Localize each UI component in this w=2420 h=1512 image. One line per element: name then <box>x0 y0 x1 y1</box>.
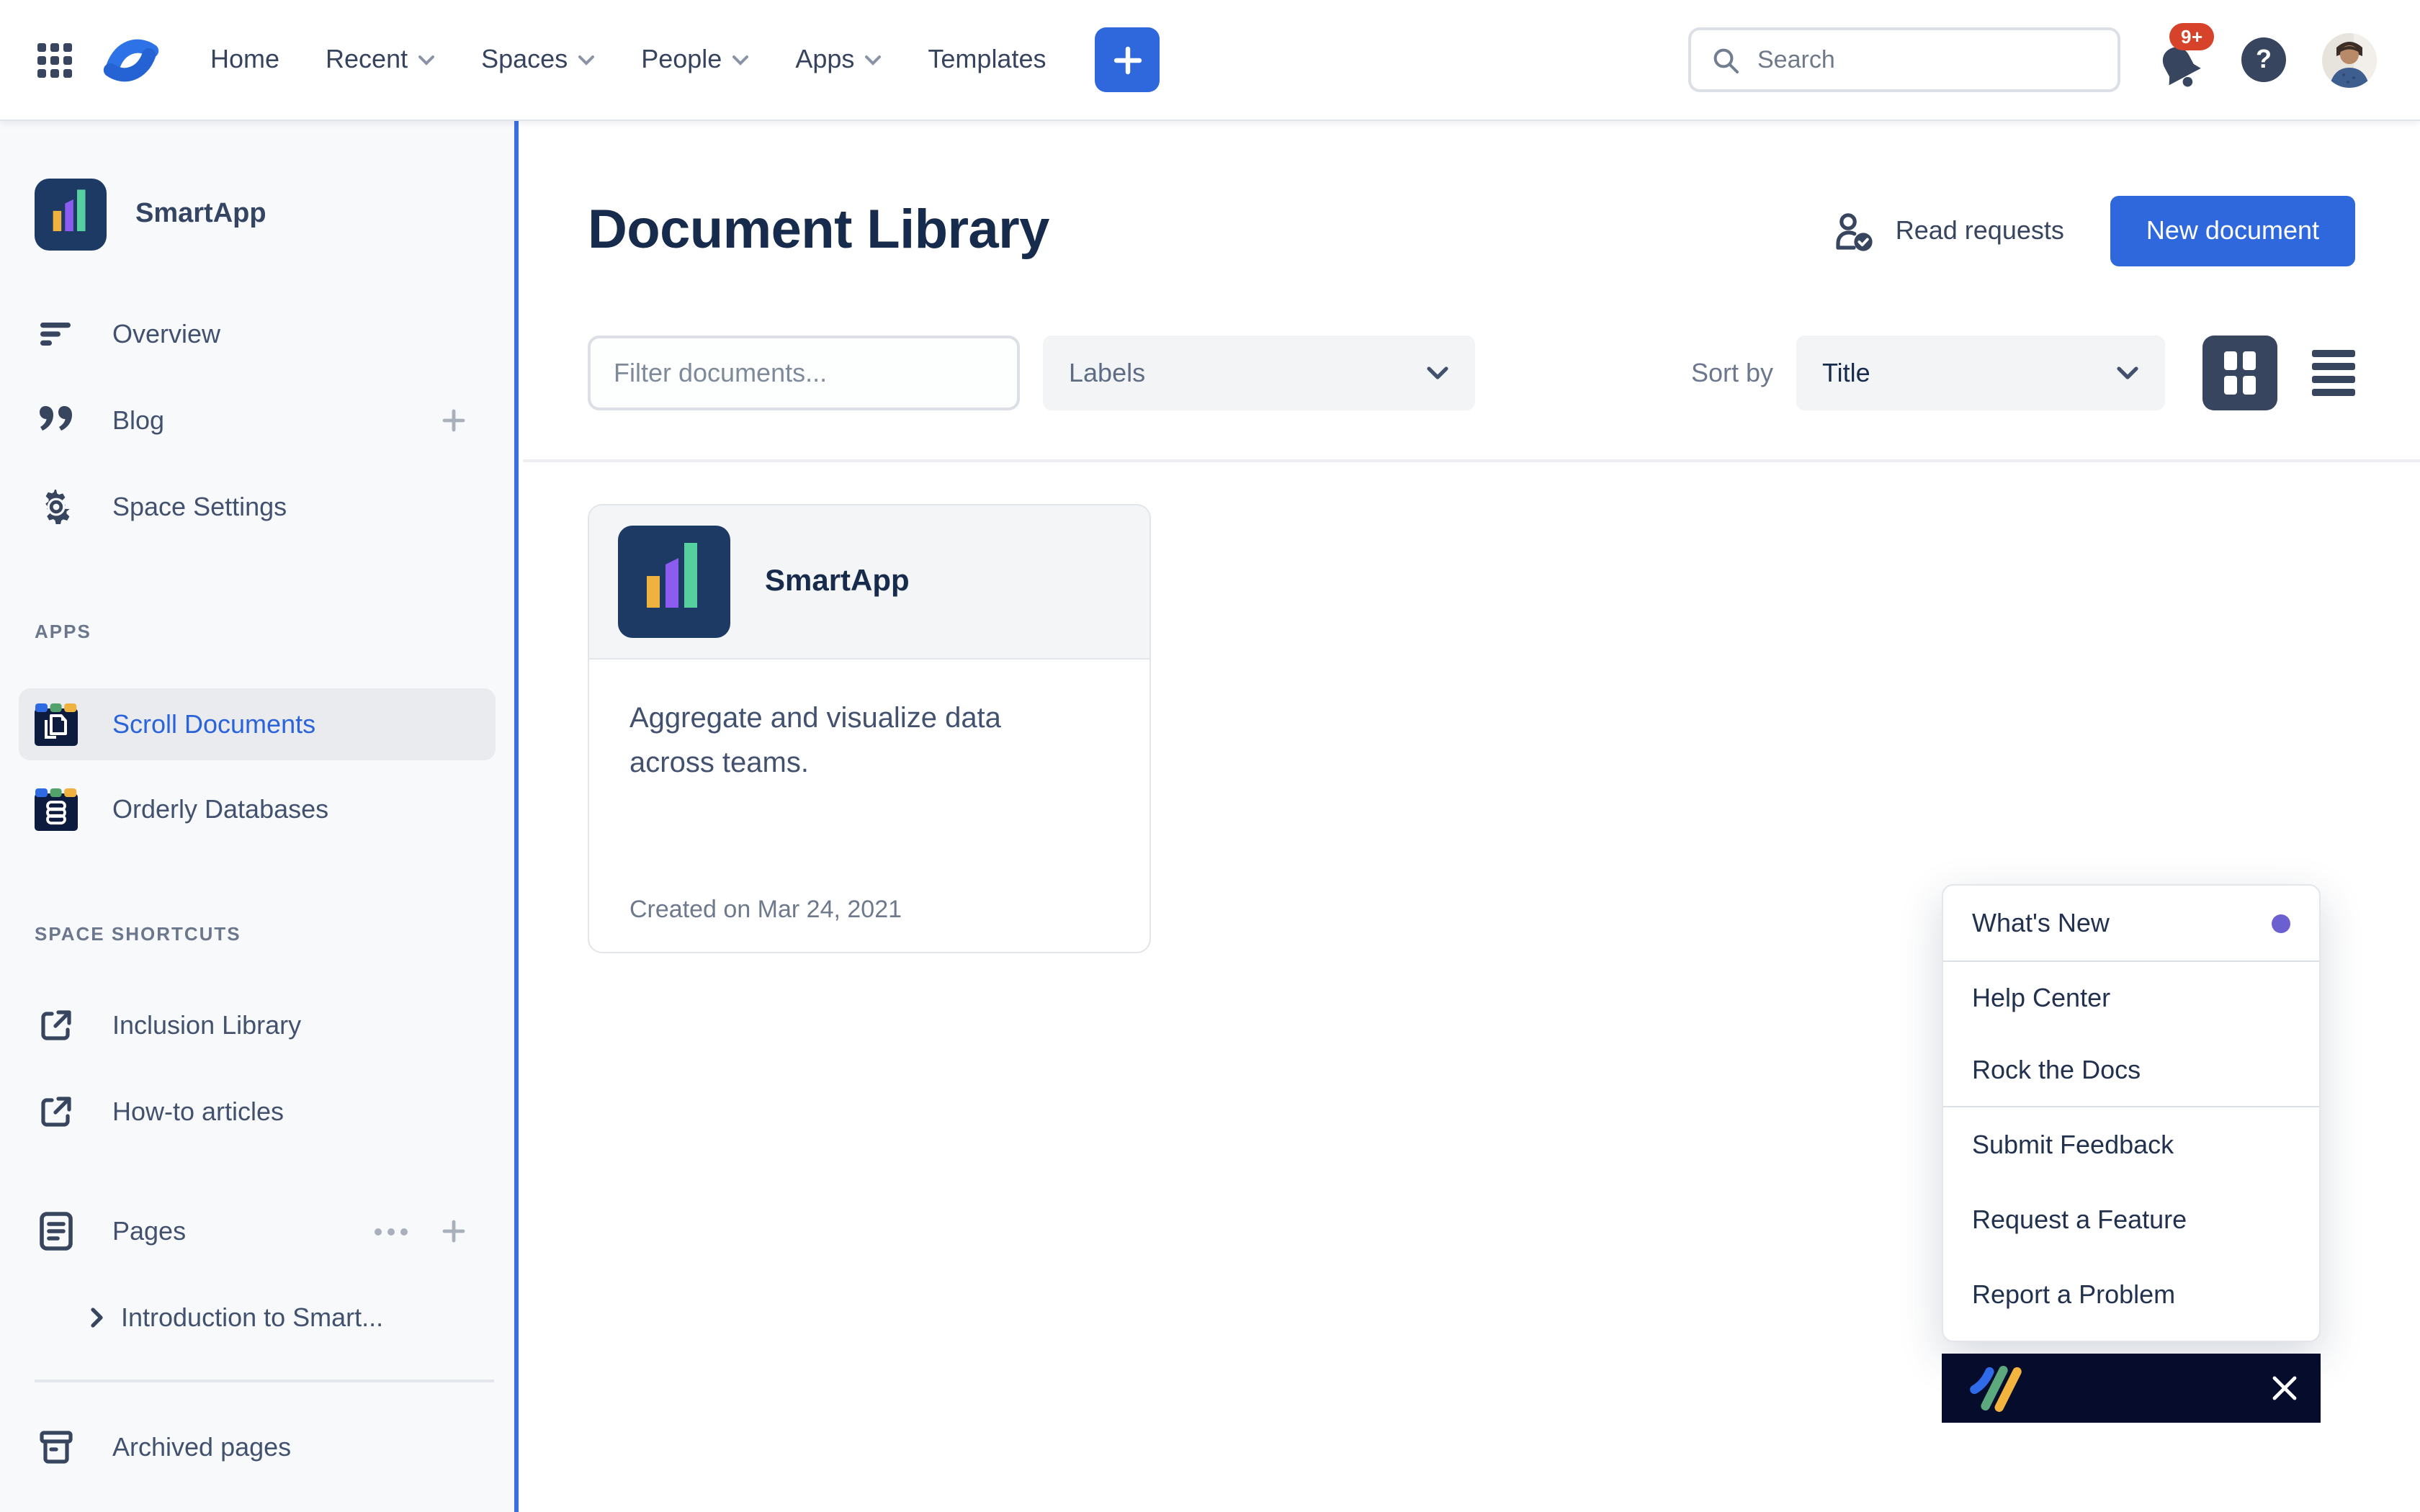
menu-item-request-a-feature[interactable]: Request a Feature <box>1943 1182 2319 1257</box>
chevron-down-icon <box>578 54 595 66</box>
confluence-app: Home Recent Spaces People Apps Templates <box>0 0 2420 1512</box>
scroll-documents-icon <box>35 703 78 746</box>
external-link-icon <box>35 1007 78 1044</box>
top-navigation-bar: Home Recent Spaces People Apps Templates <box>0 0 2420 121</box>
close-widget-button[interactable] <box>2272 1375 2298 1401</box>
notifications-button[interactable]: 9+ <box>2156 31 2205 89</box>
menu-item-rock-the-docs[interactable]: Rock the Docs <box>1943 1034 2319 1106</box>
sort-dropdown[interactable]: Title <box>1796 336 2165 410</box>
document-card[interactable]: SmartApp Aggregate and visualize data ac… <box>588 504 1151 953</box>
document-card-title: SmartApp <box>765 564 910 599</box>
chevron-down-icon <box>1426 366 1449 380</box>
app-switcher-icon[interactable] <box>37 42 72 77</box>
space-logo <box>35 179 107 251</box>
k15t-logo <box>1965 1362 2025 1414</box>
sidebar-item-space-settings[interactable]: Space Settings <box>35 475 485 539</box>
sort-by-label: Sort by <box>1691 358 1773 388</box>
sidebar-divider <box>35 1380 494 1382</box>
document-card-description: Aggregate and visualize data across team… <box>629 697 1062 786</box>
search-icon <box>1711 45 1740 74</box>
sidebar-item-orderly-databases[interactable]: Orderly Databases <box>35 778 485 841</box>
person-check-icon <box>1834 211 1877 251</box>
filter-documents-input[interactable] <box>588 336 1020 410</box>
nav-home[interactable]: Home <box>187 0 302 120</box>
list-view-button[interactable] <box>2312 350 2355 396</box>
chevron-down-icon <box>864 54 882 66</box>
nav-people[interactable]: People <box>618 0 772 120</box>
chevron-down-icon <box>418 54 435 66</box>
content-divider <box>523 459 2420 462</box>
sidebar-item-pages[interactable]: Pages <box>35 1200 485 1263</box>
help-button[interactable]: ? <box>2241 37 2286 82</box>
create-button[interactable] <box>1095 27 1160 92</box>
chevron-right-icon[interactable] <box>89 1306 104 1329</box>
align-left-icon <box>35 320 78 348</box>
avatar[interactable] <box>2322 32 2377 87</box>
menu-item-help-center[interactable]: Help Center <box>1943 962 2319 1034</box>
new-document-button[interactable]: New document <box>2110 196 2355 266</box>
nav-spaces[interactable]: Spaces <box>458 0 618 120</box>
gear-icon <box>35 490 78 524</box>
close-icon <box>2272 1375 2298 1401</box>
read-requests-button[interactable]: Read requests <box>1834 211 2064 251</box>
orderly-databases-icon <box>35 788 78 831</box>
topbar-right: 9+ ? <box>1688 27 2377 92</box>
nav-recent[interactable]: Recent <box>302 0 458 120</box>
plus-icon[interactable] <box>442 1220 465 1243</box>
nav-templates[interactable]: Templates <box>905 0 1069 120</box>
space-sidebar: SmartApp Overview Blog <box>0 121 519 1512</box>
document-card-body: Aggregate and visualize data across team… <box>589 660 1150 953</box>
notification-badge: 9+ <box>2169 22 2215 50</box>
space-header[interactable]: SmartApp <box>35 177 266 252</box>
sidebar-item-scroll-documents[interactable]: Scroll Documents <box>19 688 496 760</box>
labels-dropdown[interactable]: Labels <box>1043 336 1475 410</box>
shortcuts-section-header: SPACE SHORTCUTS <box>35 919 241 948</box>
plus-icon <box>1113 45 1142 74</box>
archive-icon <box>35 1428 78 1466</box>
grid-view-button[interactable] <box>2202 336 2277 410</box>
sidebar-item-overview[interactable]: Overview <box>35 302 485 366</box>
nav-apps[interactable]: Apps <box>772 0 905 120</box>
space-name: SmartApp <box>135 199 266 230</box>
search-box[interactable] <box>1688 27 2120 92</box>
document-card-created: Created on Mar 24, 2021 <box>629 896 1109 924</box>
menu-item-whats-new[interactable]: What's New <box>1943 886 2319 960</box>
menu-item-submit-feedback[interactable]: Submit Feedback <box>1943 1107 2319 1182</box>
chevron-down-icon <box>2116 366 2139 380</box>
apps-section-header: APPS <box>35 616 91 645</box>
menu-item-report-a-problem[interactable]: Report a Problem <box>1943 1257 2319 1332</box>
external-link-icon <box>35 1093 78 1130</box>
plus-icon[interactable] <box>442 409 465 432</box>
chevron-down-icon <box>732 54 749 66</box>
sidebar-item-howto-articles[interactable]: How-to articles <box>35 1080 485 1143</box>
page-icon <box>35 1211 78 1251</box>
confluence-logo[interactable] <box>101 30 161 90</box>
search-input[interactable] <box>1754 44 2097 76</box>
ellipsis-icon[interactable] <box>375 1228 408 1235</box>
help-widget-bar <box>1942 1354 2321 1423</box>
new-indicator-dot <box>2272 914 2290 932</box>
page-title: Document Library <box>588 200 1049 262</box>
sidebar-item-archived-pages[interactable]: Archived pages <box>35 1416 485 1479</box>
sidebar-page-tree-item[interactable]: Introduction to Smart... <box>35 1286 485 1349</box>
help-icon: ? <box>2256 45 2272 75</box>
sidebar-item-blog[interactable]: Blog <box>35 389 485 452</box>
help-popup-menu: What's New Help Center Rock the Docs Sub… <box>1942 884 2321 1342</box>
document-card-header: SmartApp <box>589 505 1150 660</box>
document-card-logo <box>618 526 730 638</box>
grid-view-icon <box>2224 351 2256 395</box>
sidebar-item-inclusion-library[interactable]: Inclusion Library <box>35 994 485 1057</box>
quote-icon <box>35 403 78 438</box>
